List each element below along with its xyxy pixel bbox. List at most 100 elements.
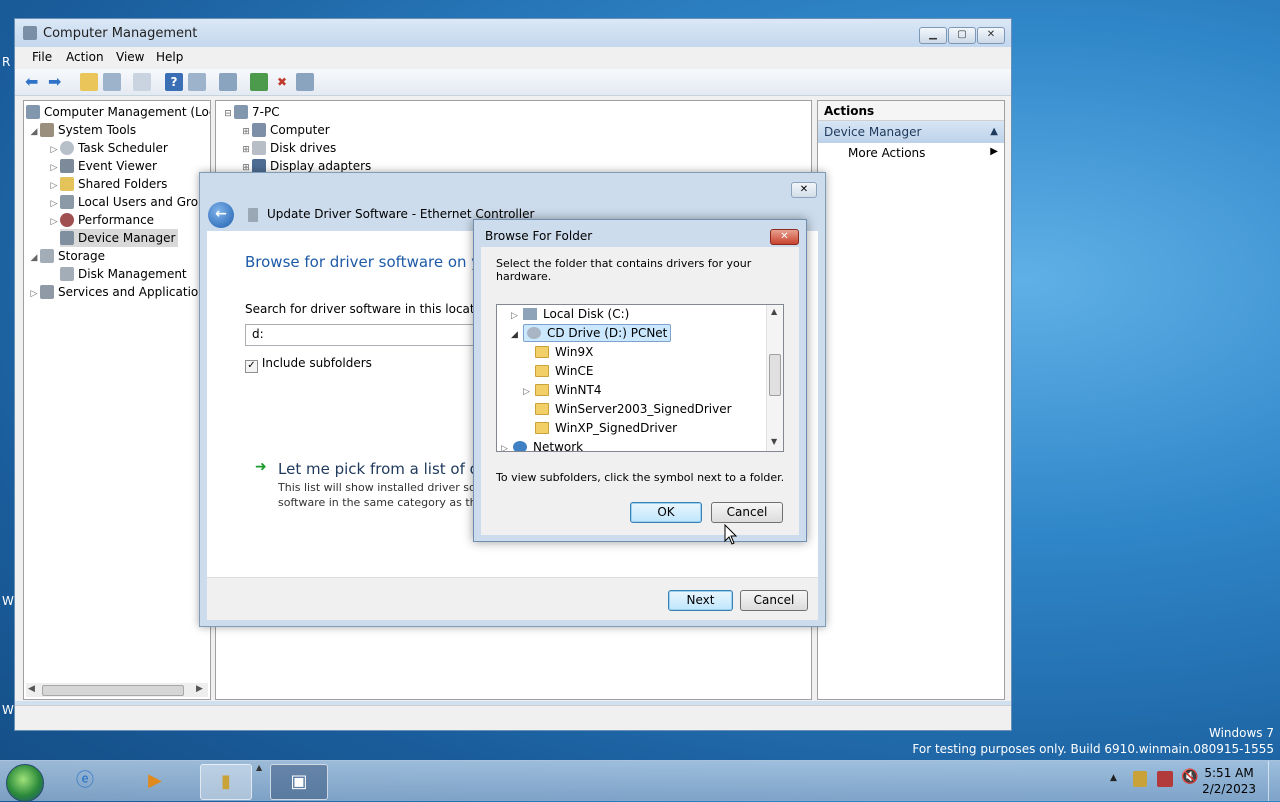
menu-file[interactable]: File xyxy=(32,50,52,64)
folder-label: Local Disk (C:) xyxy=(543,307,630,321)
back-arrow-icon[interactable]: ⬅ xyxy=(25,73,43,91)
enable-device-icon[interactable] xyxy=(296,73,314,91)
folder-tree-item[interactable]: WinXP_SignedDriver xyxy=(535,419,677,438)
device-category[interactable]: ⊞ Disk drives xyxy=(240,139,336,157)
device-root-label: 7-PC xyxy=(252,105,280,119)
next-button[interactable]: Next xyxy=(668,590,733,611)
jumplist-arrow-icon[interactable]: ▲ xyxy=(256,763,262,772)
expand-arrow-icon[interactable]: ▷ xyxy=(48,213,60,231)
menu-action[interactable]: Action xyxy=(66,50,104,64)
tree-item-performance[interactable]: ▷ Performance xyxy=(48,211,154,229)
network-status-icon[interactable] xyxy=(1157,771,1173,787)
show-hidden-icons[interactable]: ▲ xyxy=(1110,773,1117,783)
forward-arrow-icon[interactable]: ➡ xyxy=(48,73,66,91)
path-input[interactable]: d: xyxy=(245,324,485,346)
actions-section-device-manager[interactable]: Device Manager ▲ xyxy=(818,121,1004,143)
wizard-close-button[interactable]: ✕ xyxy=(791,182,817,198)
computer-management-task-icon[interactable]: ▣ xyxy=(270,764,328,800)
menu-view[interactable]: View xyxy=(116,50,144,64)
collapse-arrow-icon[interactable]: ◢ xyxy=(28,123,40,141)
start-button[interactable] xyxy=(6,764,44,802)
system-clock[interactable]: 5:51 AM 2/2/2023 xyxy=(1202,765,1256,797)
up-folder-icon[interactable] xyxy=(80,73,98,91)
menu-help[interactable]: Help xyxy=(156,50,183,64)
window-titlebar[interactable]: Computer Management ▁ ▢ ✕ xyxy=(15,19,1011,47)
shared-folder-icon xyxy=(60,177,74,191)
tree-item-shared-folders[interactable]: ▷ Shared Folders xyxy=(48,175,167,193)
disk-icon xyxy=(60,267,74,281)
scroll-up-icon[interactable]: ▲ xyxy=(771,307,777,316)
volume-muted-icon[interactable]: 🔇 xyxy=(1181,769,1198,785)
actions-header: Actions xyxy=(818,101,1004,121)
windows-explorer-icon[interactable]: ▮ xyxy=(200,764,252,800)
tree-item-root[interactable]: Computer Management (Local xyxy=(26,103,210,121)
minimize-button[interactable]: ▁ xyxy=(919,27,947,44)
wizard-cancel-button[interactable]: Cancel xyxy=(740,590,808,611)
expand-arrow-icon[interactable]: ▷ xyxy=(501,440,513,451)
collapse-arrow-icon[interactable]: ◢ xyxy=(511,326,523,345)
internet-explorer-icon[interactable]: ⓔ xyxy=(60,764,110,798)
folder-tree-item-local-disk[interactable]: ▷ Local Disk (C:) xyxy=(511,305,629,324)
properties-icon[interactable] xyxy=(188,73,206,91)
update-driver-icon[interactable] xyxy=(250,73,268,91)
tree-label: Storage xyxy=(58,249,105,263)
pick-from-list-link[interactable]: Let me pick from a list of dev xyxy=(278,460,497,478)
uninstall-icon[interactable]: ✖ xyxy=(273,73,291,91)
action-center-icon[interactable] xyxy=(1133,771,1147,787)
display-adapter-icon xyxy=(252,159,266,173)
help-icon[interactable]: ? xyxy=(165,73,183,91)
computer-icon xyxy=(252,123,266,137)
desktop-icon-fragment[interactable]: W xyxy=(2,703,14,717)
browse-close-button[interactable]: ✕ xyxy=(770,229,799,245)
more-actions-link[interactable]: More Actions ▶ xyxy=(848,146,998,160)
collapse-arrow-icon[interactable]: ◢ xyxy=(28,249,40,267)
collapse-box-icon[interactable]: ⊟ xyxy=(222,105,234,123)
tree-item-event-viewer[interactable]: ▷ Event Viewer xyxy=(48,157,157,175)
tree-item-system-tools[interactable]: ◢ System Tools xyxy=(28,121,136,139)
wizard-heading: Browse for driver software on yo xyxy=(245,253,490,271)
browse-cancel-button[interactable]: Cancel xyxy=(711,502,783,523)
users-icon xyxy=(60,195,74,209)
expand-arrow-icon[interactable]: ▷ xyxy=(523,383,535,402)
green-arrow-icon: ➜ xyxy=(255,459,267,475)
folder-tree-item-network[interactable]: ▷ Network xyxy=(501,438,583,451)
collapse-up-icon[interactable]: ▲ xyxy=(990,121,998,143)
tree-item-services[interactable]: ▷ Services and Applications xyxy=(28,283,210,303)
show-hide-tree-icon[interactable] xyxy=(103,73,121,91)
scroll-right-icon[interactable]: ▶ xyxy=(196,684,203,694)
show-desktop-button[interactable] xyxy=(1268,761,1280,801)
folder-tree-item[interactable]: WinCE xyxy=(535,362,594,381)
scroll-down-icon[interactable]: ▼ xyxy=(771,437,777,446)
device-root[interactable]: ⊟ 7-PC xyxy=(222,103,280,121)
folder-tree-item[interactable]: ▷ WinNT4 xyxy=(523,381,601,400)
device-category[interactable]: ⊞ Computer xyxy=(240,121,330,139)
folder-tree-item[interactable]: Win9X xyxy=(535,343,593,362)
scroll-left-icon[interactable]: ◀ xyxy=(28,684,35,694)
expand-arrow-icon[interactable]: ▷ xyxy=(28,285,40,303)
maximize-button[interactable]: ▢ xyxy=(948,27,976,44)
desktop-icon-fragment[interactable]: W xyxy=(2,594,14,608)
desktop-icon-fragment[interactable]: R xyxy=(2,55,10,69)
scan-hardware-icon[interactable] xyxy=(219,73,237,91)
tree-item-disk-management[interactable]: Disk Management xyxy=(60,265,187,283)
include-subfolders-checkbox[interactable]: ✓ Include subfolders xyxy=(245,356,372,373)
folder-tree-item-cd-drive[interactable]: ◢ CD Drive (D:) PCNet xyxy=(511,324,672,345)
checkbox-checked-icon[interactable]: ✓ xyxy=(245,360,258,373)
horizontal-scrollbar[interactable]: ◀ ▶ xyxy=(26,683,208,697)
media-player-icon[interactable]: ▶ xyxy=(130,764,180,798)
tree-item-storage[interactable]: ◢ Storage xyxy=(28,247,105,265)
ok-button[interactable]: OK xyxy=(630,502,702,523)
folder-tree-item[interactable]: WinServer2003_SignedDriver xyxy=(535,400,732,419)
tree-item-task-scheduler[interactable]: ▷ Task Scheduler xyxy=(48,139,168,157)
scroll-thumb[interactable] xyxy=(769,354,781,396)
back-button-icon[interactable]: ← xyxy=(208,202,234,228)
wizard-footer: Next Cancel xyxy=(207,577,818,620)
tree-item-device-manager[interactable]: Device Manager xyxy=(60,229,179,247)
mouse-cursor-icon xyxy=(724,524,738,545)
vertical-scrollbar[interactable]: ▲ ▼ xyxy=(766,305,783,451)
scroll-thumb[interactable] xyxy=(42,685,184,696)
close-button[interactable]: ✕ xyxy=(977,27,1005,44)
tree-item-local-users[interactable]: ▷ Local Users and Group xyxy=(48,193,210,211)
taskbar: ⓔ ▶ ▮ ▲ ▣ ▲ 🔇 5:51 AM 2/2/2023 xyxy=(0,760,1280,802)
export-list-icon[interactable] xyxy=(133,73,151,91)
